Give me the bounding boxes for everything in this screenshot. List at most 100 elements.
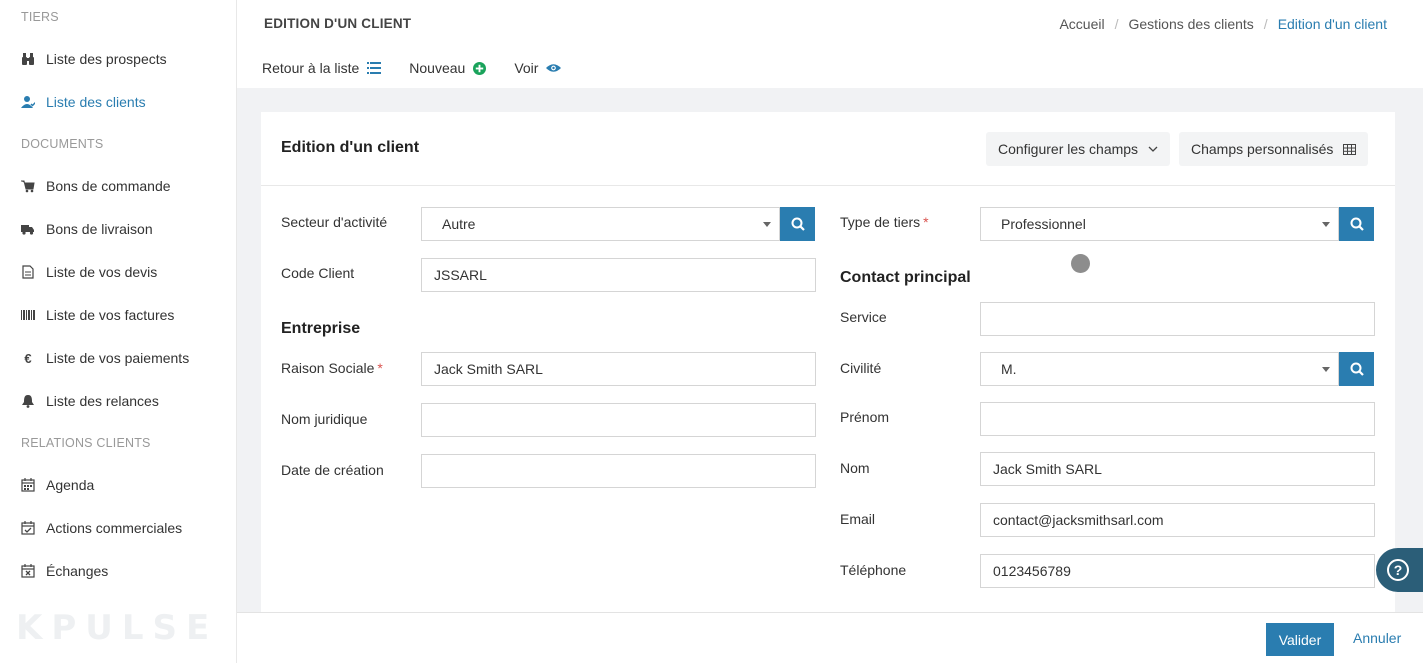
sidebar-item-label: Liste de vos devis <box>46 264 158 280</box>
caret-down-icon <box>1322 222 1330 227</box>
email-label: Email <box>840 511 876 527</box>
sidebar-item-deliveries[interactable]: Bons de livraison <box>0 214 236 244</box>
civility-label: Civilité <box>840 360 882 376</box>
search-icon <box>791 217 805 231</box>
legal-name-label: Nom juridique <box>281 411 368 427</box>
company-name-label: Raison Sociale * <box>281 360 383 376</box>
last-name-input[interactable] <box>980 452 1375 486</box>
civility-search-button[interactable] <box>1339 352 1374 386</box>
breadcrumb-current: Edition d'un client <box>1277 16 1387 32</box>
search-icon <box>1350 217 1364 231</box>
top-bar: EDITION D'UN CLIENT Accueil / Gestions d… <box>237 0 1423 88</box>
view-label: Voir <box>514 60 539 76</box>
calendar-x-icon <box>21 564 35 578</box>
question-icon: ? <box>1387 559 1409 581</box>
first-name-label: Prénom <box>840 409 890 425</box>
sidebar-item-label: Actions commerciales <box>46 520 183 536</box>
email-input[interactable] <box>980 503 1375 537</box>
card-title: Edition d'un client <box>281 139 420 156</box>
search-icon <box>1350 362 1364 376</box>
tier-type-value: Professionnel <box>1001 216 1086 232</box>
app-logo: KPULSE <box>16 608 219 648</box>
required-marker: * <box>377 360 383 376</box>
euro-icon: € <box>24 350 32 366</box>
user-icon <box>21 95 35 109</box>
caret-down-icon <box>1322 367 1330 372</box>
first-name-input[interactable] <box>980 402 1375 436</box>
sidebar-item-label: Agenda <box>46 477 95 493</box>
sidebar-item-clients[interactable]: Liste des clients <box>0 87 236 117</box>
sidebar-item-payments[interactable]: € Liste de vos paiements <box>0 343 236 373</box>
legal-name-input[interactable] <box>421 403 816 437</box>
sidebar-item-label: Liste des clients <box>46 94 146 110</box>
service-input[interactable] <box>980 302 1375 336</box>
sidebar-item-label: Échanges <box>46 563 109 579</box>
sidebar-item-quotes[interactable]: Liste de vos devis <box>0 257 236 287</box>
sector-search-button[interactable] <box>780 207 815 241</box>
company-name-input[interactable] <box>421 352 816 386</box>
breadcrumb-separator: / <box>1114 16 1119 32</box>
creation-date-input[interactable] <box>421 454 816 488</box>
new-label: Nouveau <box>409 60 466 76</box>
card-header: Edition d'un client Configurer les champ… <box>261 112 1395 186</box>
bell-icon <box>21 394 35 408</box>
company-name-label-text: Raison Sociale <box>281 360 375 376</box>
service-label: Service <box>840 309 887 325</box>
sidebar-item-prospects[interactable]: Liste des prospects <box>0 44 236 74</box>
tier-type-label-text: Type de tiers <box>840 214 921 230</box>
cursor-indicator <box>1071 254 1090 273</box>
civility-value: M. <box>1001 361 1017 377</box>
civility-select[interactable]: M. <box>980 352 1339 386</box>
custom-fields-label: Champs personnalisés <box>1191 141 1334 157</box>
sector-value: Autre <box>442 216 476 232</box>
sidebar-item-commercial-actions[interactable]: Actions commerciales <box>0 513 236 543</box>
back-to-list-button[interactable]: Retour à la liste <box>262 60 382 76</box>
sidebar-item-reminders[interactable]: Liste des relances <box>0 386 236 416</box>
sidebar-item-label: Liste de vos factures <box>46 307 175 323</box>
breadcrumb-clients[interactable]: Gestions des clients <box>1129 16 1254 32</box>
help-button[interactable]: ? <box>1376 548 1423 592</box>
cart-icon <box>21 179 35 193</box>
chevron-down-icon <box>1148 146 1158 153</box>
tier-type-select[interactable]: Professionnel <box>980 207 1339 241</box>
binoculars-icon <box>21 52 35 66</box>
sector-label: Secteur d'activité <box>281 214 388 230</box>
configure-fields-label: Configurer les champs <box>998 141 1139 157</box>
calendar-check-icon <box>21 521 35 535</box>
sidebar-item-orders[interactable]: Bons de commande <box>0 171 236 201</box>
breadcrumb-home[interactable]: Accueil <box>1059 16 1104 32</box>
sidebar-item-invoices[interactable]: Liste de vos factures <box>0 300 236 330</box>
view-button[interactable]: Voir <box>514 60 562 76</box>
action-bar: Retour à la liste Nouveau Voir <box>262 60 589 76</box>
creation-date-label: Date de création <box>281 462 384 478</box>
back-to-list-label: Retour à la liste <box>262 60 360 76</box>
client-code-input[interactable] <box>421 258 816 292</box>
tier-type-search-button[interactable] <box>1339 207 1374 241</box>
contact-section-title: Contact principal <box>840 269 971 286</box>
breadcrumb-separator: / <box>1263 16 1268 32</box>
sidebar-item-agenda[interactable]: Agenda <box>0 470 236 500</box>
sidebar: TIERS Liste des prospects Liste des clie… <box>0 0 237 663</box>
list-icon <box>367 62 382 74</box>
sector-select[interactable]: Autre <box>421 207 780 241</box>
sidebar-section-relations: RELATIONS CLIENTS <box>21 436 151 450</box>
sidebar-item-label: Liste de vos paiements <box>46 350 190 366</box>
form-footer: Valider Annuler <box>237 612 1423 663</box>
table-icon <box>1343 143 1357 155</box>
configure-fields-button[interactable]: Configurer les champs <box>986 132 1171 166</box>
validate-button[interactable]: Valider <box>1266 623 1334 656</box>
sidebar-item-exchanges[interactable]: Échanges <box>0 556 236 586</box>
sidebar-item-label: Liste des relances <box>46 393 159 409</box>
custom-fields-button[interactable]: Champs personnalisés <box>1179 132 1369 166</box>
phone-label: Téléphone <box>840 562 907 578</box>
sidebar-item-label: Bons de commande <box>46 178 171 194</box>
new-button[interactable]: Nouveau <box>409 60 487 76</box>
company-section-title: Entreprise <box>281 320 361 337</box>
last-name-label: Nom <box>840 460 870 476</box>
client-code-label: Code Client <box>281 265 355 281</box>
plus-circle-icon <box>473 61 487 75</box>
sidebar-item-label: Liste des prospects <box>46 51 167 67</box>
cancel-button[interactable]: Annuler <box>1353 630 1401 646</box>
document-icon <box>21 265 35 279</box>
phone-input[interactable] <box>980 554 1375 588</box>
